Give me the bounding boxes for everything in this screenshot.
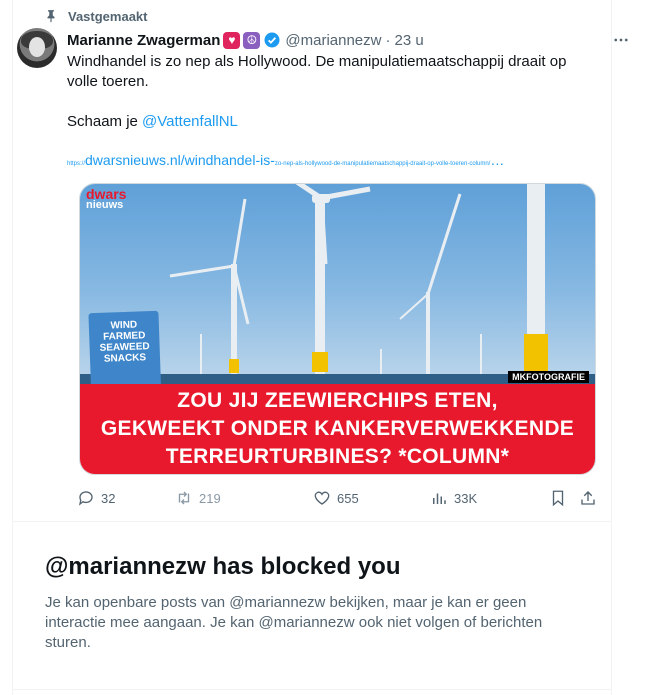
tweet-actions: 32 219 655 33K — [67, 486, 602, 510]
reply-icon — [78, 491, 93, 506]
blocked-title: @mariannezw has blocked you — [45, 553, 401, 580]
views-count: 33K — [454, 490, 478, 506]
article-link[interactable]: https://dwarsnieuws.nl/windhandel-is-zo-… — [67, 152, 597, 170]
peace-badge-icon: ☮ — [243, 31, 261, 49]
more-options-icon[interactable] — [611, 30, 631, 50]
avatar[interactable] — [17, 28, 57, 68]
link-ellipsis: … — [490, 152, 505, 168]
headline-line-3: TERREURTURBINES? *COLUMN* — [165, 445, 510, 468]
repost-icon — [178, 491, 190, 505]
pinned-indicator: Vastgemaakt — [44, 6, 148, 26]
separator-dot: · — [385, 31, 391, 49]
media-card[interactable]: dwars nieuws WIND FARMED SEAWEED SNACKS … — [79, 183, 596, 475]
verified-check-icon[interactable] — [263, 31, 281, 49]
pin-icon — [47, 10, 55, 23]
share-icon — [581, 491, 595, 505]
author-name[interactable]: Marianne Zwagerman — [67, 32, 220, 49]
bookmark-icon — [552, 490, 564, 507]
tweet-line-2-prefix: Schaam je — [67, 113, 143, 130]
headline-line-1: ZOU JIJ ZEEWIERCHIPS ETEN, — [177, 389, 498, 412]
tweet-header: Marianne Zwagerman ♥ ☮ @mariannezw · 23 … — [67, 30, 631, 50]
like-count: 655 — [337, 490, 359, 506]
logo-bottom: nieuws — [86, 199, 124, 211]
headline-banner: ZOU JIJ ZEEWIERCHIPS ETEN, GEKWEEKT ONDE… — [80, 384, 595, 474]
dwars-logo: dwars nieuws — [86, 187, 126, 211]
repost-button[interactable]: 219 — [175, 486, 221, 510]
tweet-line-1: Windhandel is zo nep als Hollywood. De m… — [67, 53, 567, 90]
avatar-face — [29, 37, 45, 57]
share-button[interactable] — [579, 486, 603, 510]
reply-button[interactable]: 32 — [77, 486, 115, 510]
heart-badge-icon: ♥ — [223, 31, 241, 49]
tweet-divider — [12, 521, 612, 522]
pinned-label: Vastgemaakt — [68, 8, 148, 24]
like-button[interactable]: 655 — [313, 486, 359, 510]
tweet-line-2: Schaam je @VattenfallNL — [67, 112, 592, 132]
link-domain: dwarsnieuws.nl/windhandel-is- — [85, 152, 275, 168]
photo-watermark: MKFOTOGRAFIE — [508, 371, 589, 383]
headline-line-2: GEKWEEKT ONDER KANKERVERWEKKENDE — [100, 417, 575, 440]
views-button[interactable]: 33K — [430, 486, 477, 510]
views-chart-icon — [433, 493, 446, 504]
repost-count: 219 — [199, 490, 221, 506]
heart-icon — [314, 491, 330, 505]
mention-link[interactable]: @VattenfallNL — [142, 113, 238, 130]
tweet-text: Windhandel is zo nep als Hollywood. De m… — [67, 52, 592, 132]
link-prefix: https:// — [67, 161, 86, 167]
post-time[interactable]: 23 u — [394, 32, 423, 49]
bottom-divider — [12, 689, 612, 690]
author-handle[interactable]: @mariannezw — [285, 32, 381, 49]
reply-count: 32 — [101, 490, 116, 506]
link-rest: zo-nep-als-hollywood-de-manipulatiemaats… — [274, 161, 491, 167]
bookmark-button[interactable] — [549, 486, 573, 510]
blocked-description: Je kan openbare posts van @mariannezw be… — [45, 594, 543, 651]
